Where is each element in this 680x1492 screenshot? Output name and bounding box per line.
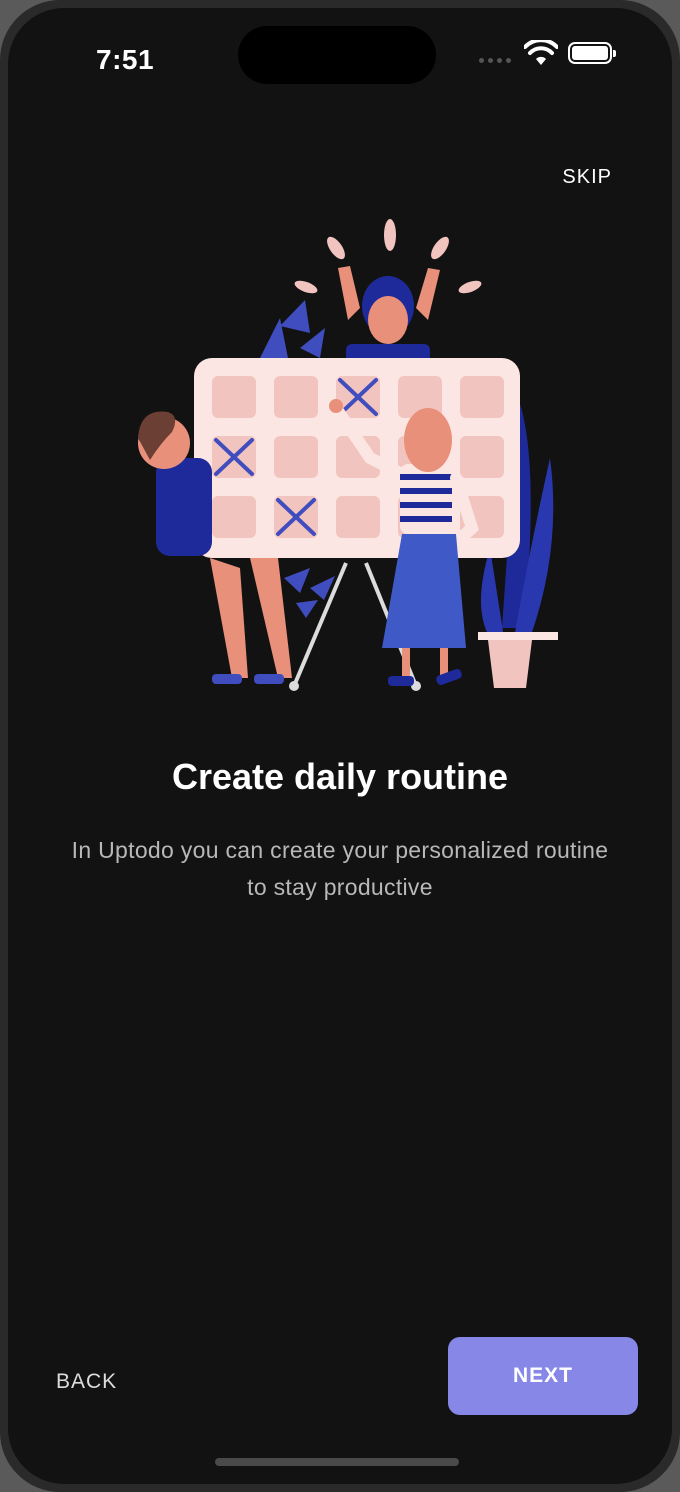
back-button[interactable]: BACK [56,1362,117,1402]
home-indicator [215,1458,459,1466]
onboarding-description: In Uptodo you can create your personaliz… [71,837,609,900]
wifi-icon [524,40,558,65]
signal-icon [479,58,511,63]
skip-button[interactable]: SKIP [562,160,612,195]
device-frame: 7:51 SKIP Create daily routine In Uptodo… [0,0,680,1492]
routine-illustration [138,219,558,691]
status-time: 7:51 [96,44,155,75]
battery-icon [568,42,616,64]
app-screen: 7:51 SKIP Create daily routine In Uptodo… [8,8,672,1484]
next-button[interactable]: NEXT [448,1337,638,1415]
onboarding-title: Create daily routine [171,756,509,797]
dynamic-island [238,26,436,84]
